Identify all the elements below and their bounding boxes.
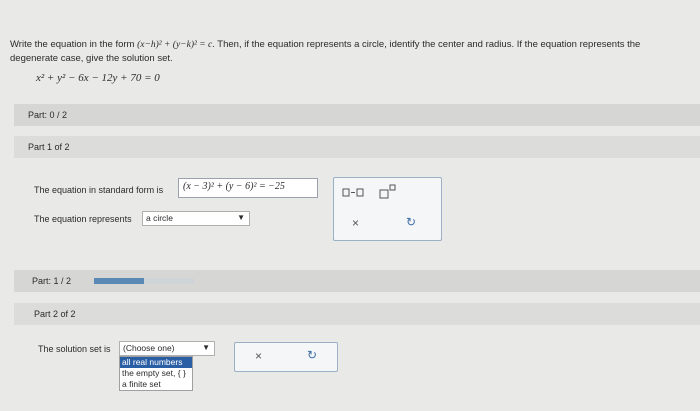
part-summary-label: Part: 0 / 2 — [28, 110, 68, 120]
solution-select-value: (Choose one) — [123, 343, 175, 353]
represents-label: The equation represents — [34, 214, 132, 224]
clear-icon[interactable]: × — [255, 349, 262, 363]
redo-icon[interactable]: ↻ — [307, 348, 317, 362]
fraction-icon[interactable] — [342, 186, 364, 200]
part-summary-label-2: Part: 1 / 2 — [32, 276, 72, 286]
part-summary-bar-2: Part: 1 / 2 — [14, 270, 700, 292]
solution-label: The solution set is — [38, 344, 111, 354]
chevron-down-icon: ▼ — [237, 213, 245, 222]
progress-fill — [94, 278, 144, 284]
part-summary-bar: Part: 0 / 2 — [14, 104, 700, 126]
question-prompt: Write the equation in the form (x−h)² + … — [10, 38, 690, 65]
progress-bar — [94, 278, 194, 284]
option-all-real[interactable]: all real numbers — [120, 357, 192, 368]
option-finite-set[interactable]: a finite set — [120, 379, 192, 390]
standard-form-input[interactable]: (x − 3)² + (y − 6)² = −25 — [178, 178, 318, 198]
exponent-icon[interactable] — [378, 184, 398, 200]
standard-form-label: The equation in standard form is — [34, 185, 164, 195]
chevron-down-icon: ▼ — [202, 343, 210, 352]
part2-header-label: Part 2 of 2 — [34, 309, 76, 319]
option-empty-set[interactable]: the empty set, { } — [120, 368, 192, 379]
math-toolbar: × ↻ — [333, 177, 442, 241]
prompt-text-pre: Write the equation in the form — [10, 39, 135, 50]
answer-toolbar: × ↻ — [234, 342, 338, 372]
solution-select[interactable]: (Choose one) ▼ — [119, 341, 215, 356]
clear-icon[interactable]: × — [352, 216, 359, 230]
given-equation: x² + y² − 6x − 12y + 70 = 0 — [36, 72, 160, 84]
represents-select-value: a circle — [146, 213, 173, 223]
part2-header: Part 2 of 2 — [14, 303, 700, 325]
represents-select[interactable]: a circle ▼ — [142, 211, 250, 226]
form-expression: (x−h)² + (y−k)² = c — [137, 40, 213, 50]
redo-icon[interactable]: ↻ — [406, 215, 416, 229]
solution-dropdown-list: all real numbers the empty set, { } a fi… — [119, 356, 193, 391]
part1-header-label: Part 1 of 2 — [28, 142, 70, 152]
part1-header: Part 1 of 2 — [14, 136, 700, 158]
